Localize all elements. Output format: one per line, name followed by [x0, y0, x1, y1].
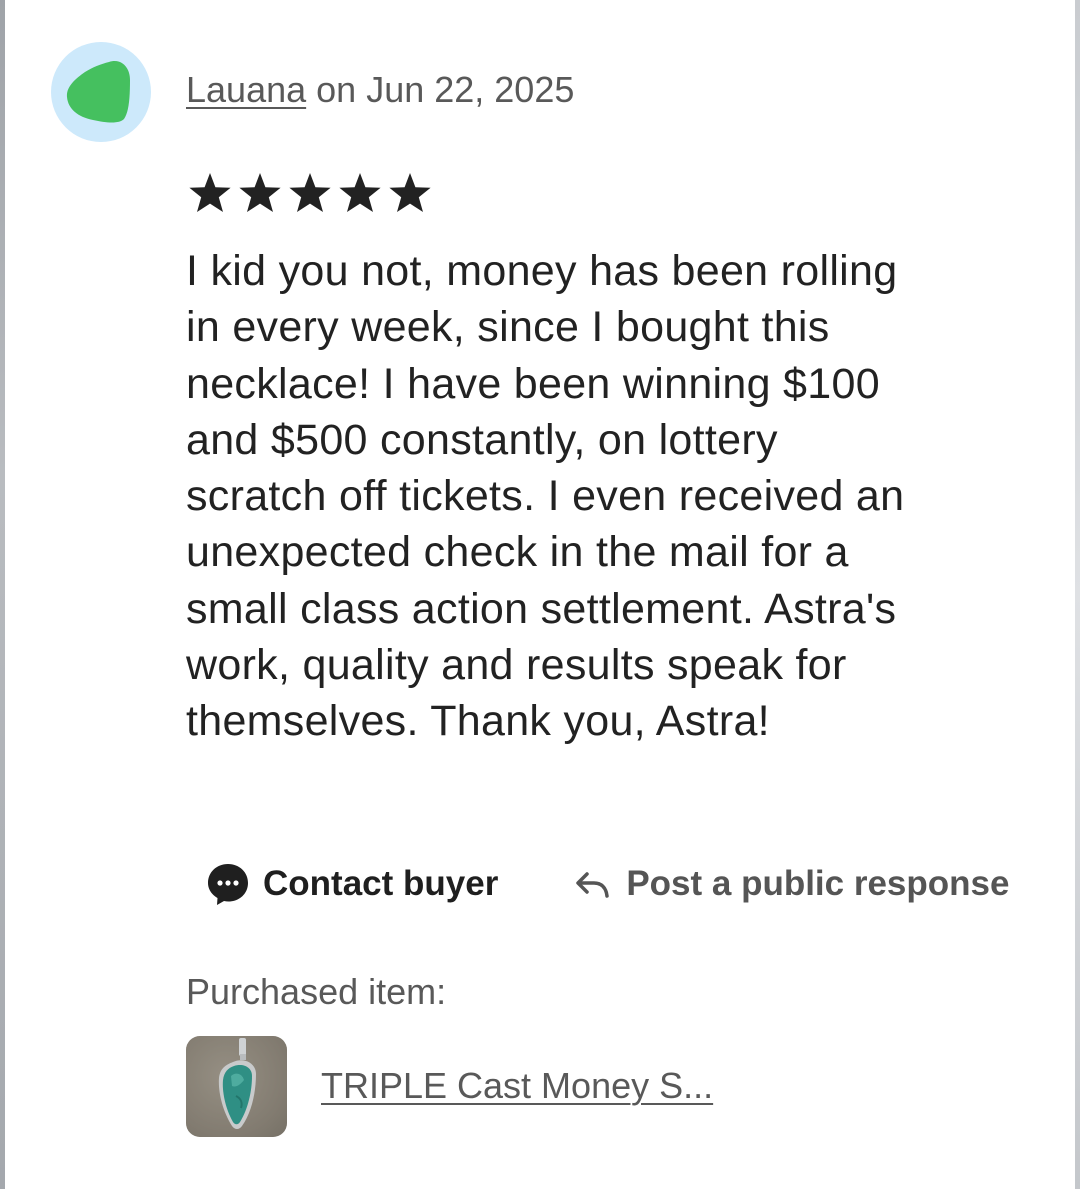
review-actions: Contact buyer Post a public response	[206, 858, 1009, 910]
star-rating	[186, 170, 434, 218]
necklace-pendant-image	[186, 1036, 287, 1137]
post-public-response-button[interactable]: Post a public response	[574, 864, 1009, 904]
star-icon	[389, 173, 431, 212]
contact-buyer-label: Contact buyer	[263, 864, 499, 903]
purchased-item-link[interactable]: TRIPLE Cast Money S...	[321, 1064, 713, 1108]
reviewer-avatar[interactable]	[51, 42, 151, 142]
star-icon	[239, 173, 281, 212]
right-frame-edge	[1075, 0, 1080, 1189]
reviewer-name-link[interactable]: Lauana	[186, 69, 306, 110]
post-public-response-label: Post a public response	[626, 864, 1010, 903]
star-icon	[339, 173, 381, 212]
green-leaf-avatar-icon	[66, 61, 130, 123]
purchased-item-label: Purchased item:	[186, 971, 447, 1012]
reply-arrow-icon	[576, 872, 610, 898]
review-date: on Jun 22, 2025	[306, 69, 575, 110]
chat-bubble-icon	[208, 864, 248, 905]
reviewer-line: Lauana on Jun 22, 2025	[186, 68, 574, 112]
star-icon	[289, 173, 331, 212]
review-text: I kid you not, money has been rolling in…	[186, 247, 905, 746]
left-frame-edge	[0, 0, 5, 1189]
contact-buyer-button[interactable]: Contact buyer	[206, 862, 498, 906]
star-icon	[189, 173, 231, 212]
purchased-item-thumbnail[interactable]	[186, 1036, 287, 1137]
